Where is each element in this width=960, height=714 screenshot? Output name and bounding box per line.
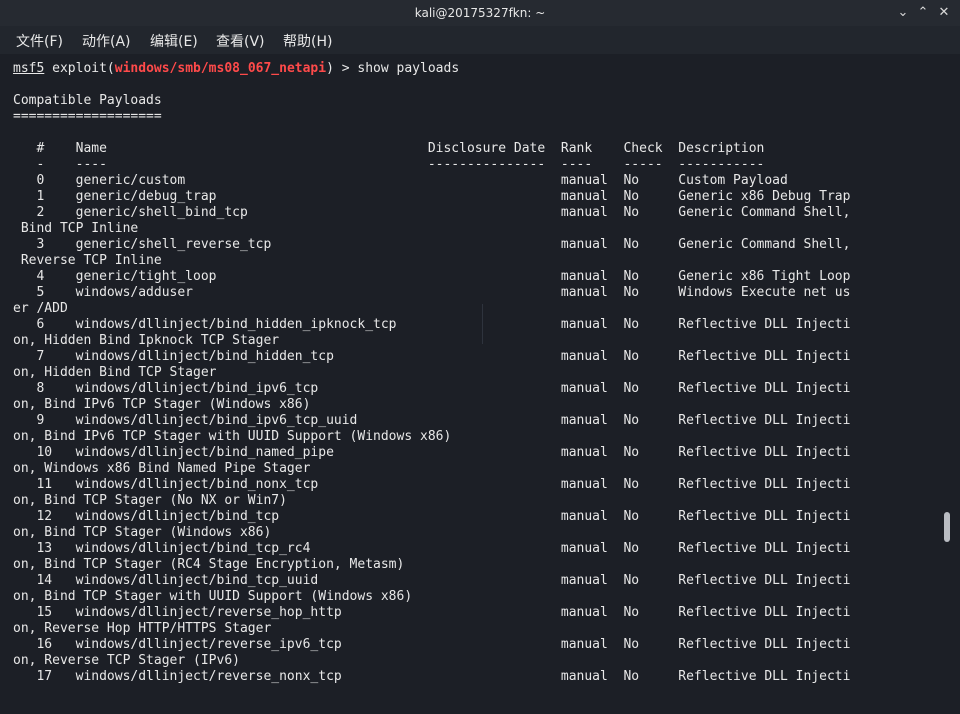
scrollbar-track[interactable] xyxy=(940,54,960,714)
table-row: 9 windows/dllinject/bind_ipv6_tcp_uuid m… xyxy=(13,413,851,428)
table-row: 4 generic/tight_loop manual No Generic x… xyxy=(13,269,851,284)
maximize-icon[interactable]: ⌃ xyxy=(914,4,932,22)
minimize-icon[interactable]: ⌄ xyxy=(894,4,912,22)
table-row: 0 generic/custom manual No Custom Payloa… xyxy=(13,173,788,188)
table-row: 17 windows/dllinject/reverse_nonx_tcp ma… xyxy=(13,669,851,684)
table-row: on, Reverse TCP Stager (IPv6) xyxy=(13,653,240,668)
table-row: 14 windows/dllinject/bind_tcp_uuid manua… xyxy=(13,573,851,588)
table-row: on, Windows x86 Bind Named Pipe Stager xyxy=(13,461,311,476)
menu-action[interactable]: 动作(A) xyxy=(82,31,131,51)
scrollbar-thumb[interactable] xyxy=(944,512,950,542)
table-row: on, Bind IPv6 TCP Stager with UUID Suppo… xyxy=(13,429,452,444)
prompt-command: ) > show payloads xyxy=(326,61,460,76)
table-row: 3 generic/shell_reverse_tcp manual No Ge… xyxy=(13,237,851,252)
table-row: on, Hidden Bind TCP Stager xyxy=(13,365,217,380)
table-header: # Name Disclosure Date Rank Check Descri… xyxy=(13,141,765,156)
table-row: on, Hidden Bind Ipknock TCP Stager xyxy=(13,333,280,348)
close-icon[interactable]: ✕ xyxy=(935,4,953,22)
section-underline: =================== xyxy=(13,109,162,124)
table-row: 11 windows/dllinject/bind_nonx_tcp manua… xyxy=(13,477,851,492)
section-title: Compatible Payloads xyxy=(13,93,162,108)
menu-edit[interactable]: 编辑(E) xyxy=(150,31,198,51)
prompt-mid: exploit( xyxy=(44,61,115,76)
menu-bar: 文件(F) 动作(A) 编辑(E) 查看(V) 帮助(H) xyxy=(0,26,960,54)
prompt-module: windows/smb/ms08_067_netapi xyxy=(114,61,327,76)
terminal-window: kali@20175327fkn: ~ ⌄ ⌃ ✕ 文件(F) 动作(A) 编辑… xyxy=(0,0,960,714)
table-row: on, Reverse Hop HTTP/HTTPS Stager xyxy=(13,621,272,636)
table-row: 1 generic/debug_trap manual No Generic x… xyxy=(13,189,851,204)
table-row: on, Bind TCP Stager (No NX or Win7) xyxy=(13,493,287,508)
table-row: Bind TCP Inline xyxy=(13,221,139,236)
table-row: 5 windows/adduser manual No Windows Exec… xyxy=(13,285,851,300)
menu-file[interactable]: 文件(F) xyxy=(16,31,63,51)
table-row: on, Bind TCP Stager (Windows x86) xyxy=(13,525,272,540)
table-row: 8 windows/dllinject/bind_ipv6_tcp manual… xyxy=(13,381,851,396)
table-row: on, Bind TCP Stager (RC4 Stage Encryptio… xyxy=(13,557,405,572)
table-row: 16 windows/dllinject/reverse_ipv6_tcp ma… xyxy=(13,637,851,652)
table-divider: - ---- --------------- ---- ----- ------… xyxy=(13,157,765,172)
table-row: Reverse TCP Inline xyxy=(13,253,162,268)
prompt-line: msf5 exploit(windows/smb/ms08_067_netapi… xyxy=(13,61,459,77)
window-title: kali@20175327fkn: ~ xyxy=(414,6,546,20)
menu-help[interactable]: 帮助(H) xyxy=(283,31,332,51)
table-row: 15 windows/dllinject/reverse_hop_http ma… xyxy=(13,605,851,620)
table-row: 13 windows/dllinject/bind_tcp_rc4 manual… xyxy=(13,541,851,556)
table-row: 12 windows/dllinject/bind_tcp manual No … xyxy=(13,509,851,524)
table-row: 6 windows/dllinject/bind_hidden_ipknock_… xyxy=(13,317,851,332)
menu-view[interactable]: 查看(V) xyxy=(216,31,265,51)
title-bar[interactable]: kali@20175327fkn: ~ ⌄ ⌃ ✕ xyxy=(0,0,960,26)
table-row: 7 windows/dllinject/bind_hidden_tcp manu… xyxy=(13,349,851,364)
table-row: on, Bind TCP Stager with UUID Support (W… xyxy=(13,589,413,604)
table-row: 10 windows/dllinject/bind_named_pipe man… xyxy=(13,445,851,460)
table-row: on, Bind IPv6 TCP Stager (Windows x86) xyxy=(13,397,311,412)
table-row: er /ADD xyxy=(13,301,68,316)
table-row: 2 generic/shell_bind_tcp manual No Gener… xyxy=(13,205,851,220)
prompt-prefix: msf5 xyxy=(13,61,45,76)
